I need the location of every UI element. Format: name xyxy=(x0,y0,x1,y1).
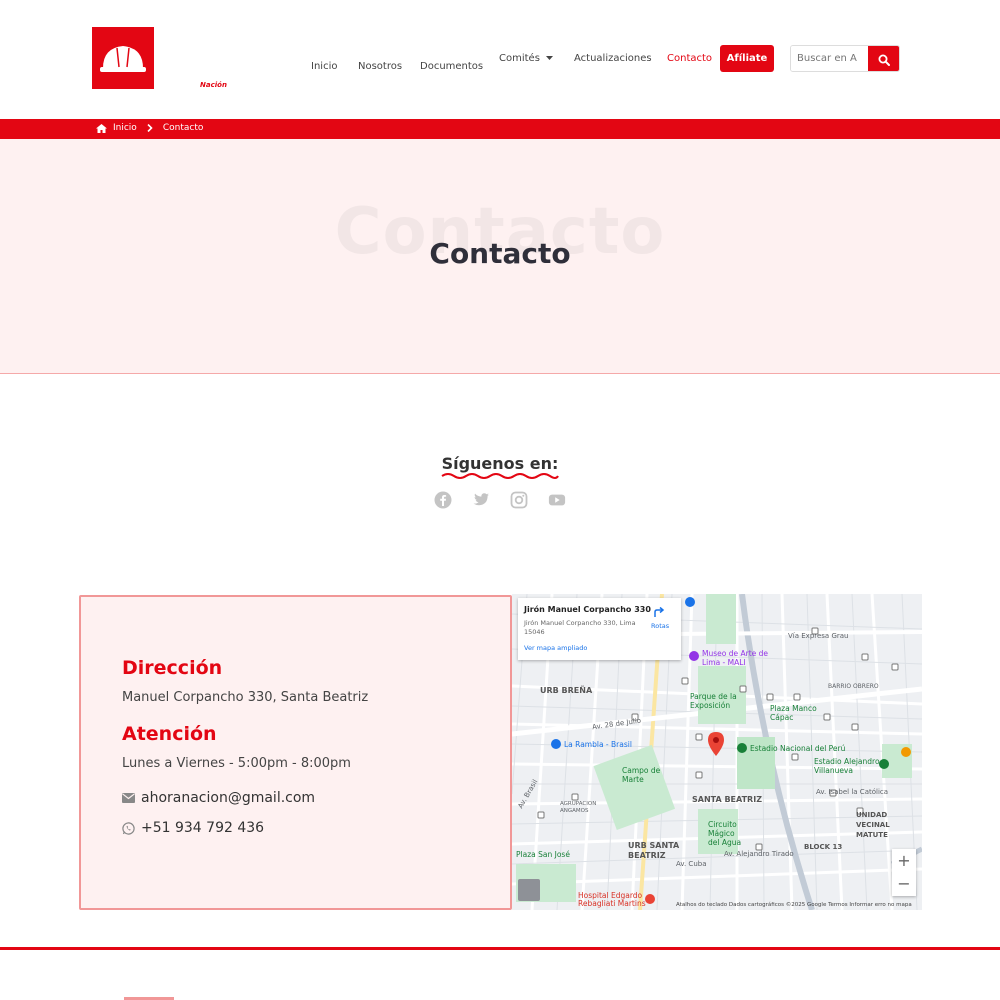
phone-text: +51 934 792 436 xyxy=(141,820,265,836)
nav-inicio[interactable]: Inicio xyxy=(311,53,337,80)
map-place-title: Jirón Manuel Corpancho 330 xyxy=(524,605,651,614)
map-label-via-expresa: Vía Expresa Grau xyxy=(788,632,849,640)
nav-comites[interactable]: Comités xyxy=(499,53,553,64)
map-label-museo: Museo de Arte de Lima - MALI xyxy=(702,649,769,667)
map-zoom-controls: + − xyxy=(892,849,916,896)
facebook-icon[interactable] xyxy=(434,491,452,509)
map-label-estadio: Estadio Nacional del Perú xyxy=(750,744,846,753)
email-line[interactable]: ahoranacion@gmail.com xyxy=(122,790,315,806)
map-label-av-tirado: Av. Alejandro Tirado xyxy=(724,850,794,858)
phone-line[interactable]: +51 934 792 436 xyxy=(122,820,264,836)
map-place-address: Jirón Manuel Corpancho 330, Lima 15046 xyxy=(524,619,636,636)
follow-title: Síguenos en: xyxy=(441,454,559,473)
map-label-circuito: Circuito Mágico del Agua xyxy=(708,820,742,847)
map-label-av-cuba: Av. Cuba xyxy=(676,860,707,868)
map-label-unidad-vecinal: UNIDAD VECINAL MATUTE xyxy=(856,811,890,839)
map-label-santa-beatriz: SANTA BEATRIZ xyxy=(692,795,762,804)
social-links xyxy=(434,491,566,509)
map-label-urb-brena: URB BREÑA xyxy=(540,686,593,695)
breadcrumb-home[interactable]: Inicio xyxy=(113,123,137,133)
page-title: Contacto xyxy=(429,237,571,270)
map-label-plaza-manco: Plaza Manco Cápac xyxy=(770,704,817,722)
map-label-campo: Campo de Marte xyxy=(622,766,661,784)
hours-heading: Atención xyxy=(122,723,217,745)
nav-documentos[interactable]: Documentos xyxy=(420,53,483,80)
nav-actualizaciones[interactable]: Actualizaciones xyxy=(574,53,652,64)
map-label-agrupacion: AGRUPACION ANGAMOS xyxy=(560,801,597,814)
youtube-icon[interactable] xyxy=(548,491,566,509)
map-label-hospital: Hospital Edgardo Rebagliati Martins xyxy=(578,891,646,908)
zoom-in-button[interactable]: + xyxy=(892,849,916,872)
breadcrumb-bar: Inicio Contacto xyxy=(0,119,1000,139)
address-heading: Dirección xyxy=(122,657,223,679)
twitter-icon[interactable] xyxy=(472,491,490,509)
breadcrumb-current: Contacto xyxy=(162,123,204,133)
map-attribution: Atalhos do teclado Dados cartográficos ©… xyxy=(676,902,912,908)
breadcrumb: Inicio Contacto xyxy=(96,123,203,133)
map-label-rambla: La Rambla - Brasil xyxy=(564,740,632,749)
nav-contacto[interactable]: Contacto xyxy=(667,53,712,64)
map-label-plaza-san-jose: Plaza San José xyxy=(516,850,570,859)
site-header: Nación Inicio Nosotros Documentos Comité… xyxy=(0,0,1000,119)
search-icon xyxy=(878,54,890,66)
home-icon xyxy=(96,123,107,133)
directions-icon[interactable] xyxy=(653,606,665,618)
email-text: ahoranacion@gmail.com xyxy=(141,790,316,806)
search-input[interactable] xyxy=(791,46,870,71)
map-label-urb-santa-beatriz: URB SANTA BEATRIZ xyxy=(628,841,680,860)
page-hero: Contacto Contacto xyxy=(0,139,1000,374)
instagram-icon[interactable] xyxy=(510,491,528,509)
nav-nosotros[interactable]: Nosotros xyxy=(358,53,402,80)
envelope-icon xyxy=(122,793,135,803)
hours-text: Lunes a Viernes - 5:00pm - 8:00pm xyxy=(122,756,351,771)
map-place-card: Jirón Manuel Corpancho 330 Jirón Manuel … xyxy=(518,598,681,660)
map-label-barrio-obrero: BARRIO OBRERO xyxy=(828,683,879,690)
whatsapp-icon xyxy=(122,821,135,835)
map-label-parque: Parque de la Exposición xyxy=(690,692,737,710)
map-larger-link[interactable]: Ver mapa ampliado xyxy=(524,644,587,652)
chevron-down-icon xyxy=(545,56,553,60)
map-label-av-isabel: Av. Isabel la Católica xyxy=(816,788,889,796)
contact-card: Dirección Manuel Corpancho 330, Santa Be… xyxy=(79,595,512,910)
address-text: Manuel Corpancho 330, Santa Beatriz xyxy=(122,690,369,705)
zoom-out-button[interactable]: − xyxy=(892,872,916,895)
search-button[interactable] xyxy=(868,46,899,71)
nav-comites-label: Comités xyxy=(499,53,540,64)
map-label-block13: BLOCK 13 xyxy=(804,843,843,851)
map-label-estadio-villanueva: Estadio Alejandro Villanueva xyxy=(814,757,880,775)
search-box xyxy=(790,45,900,72)
map-directions-label[interactable]: Rotas xyxy=(651,622,669,630)
chevron-right-icon xyxy=(147,124,153,132)
squiggle-underline xyxy=(441,473,559,479)
footer-divider xyxy=(0,947,1000,950)
afiliate-button[interactable]: Afíliate xyxy=(720,45,774,72)
